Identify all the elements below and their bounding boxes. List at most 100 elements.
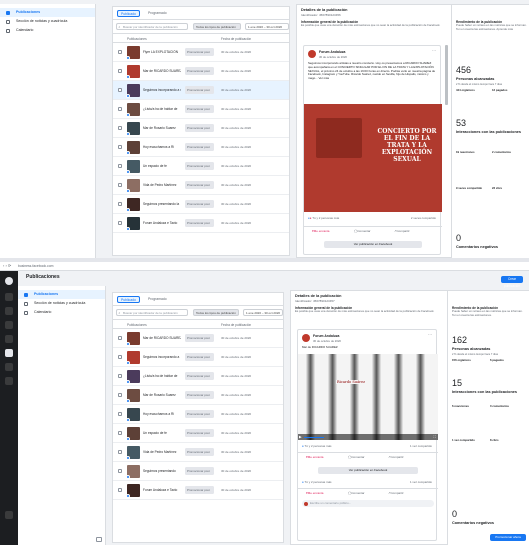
comment-button[interactable]: ◯ Comentar — [354, 229, 371, 233]
table-row[interactable]: Hoy escuchamos a Ri Promocionar post 30 de… — [113, 405, 283, 424]
row-checkbox[interactable] — [118, 202, 122, 206]
boost-post-button[interactable]: Promocionar post — [185, 143, 214, 151]
table-row[interactable]: Flyer LA EXPLOTACIÓN Promocionar post 30 d… — [113, 43, 289, 62]
boost-post-button[interactable]: Promocionar post — [185, 219, 214, 227]
table-row[interactable]: Seguimos presentando la Promocionar post 3… — [113, 195, 289, 214]
table-row[interactable]: Mar de RICARDO SUAREZ Promocionar post 30 … — [113, 329, 283, 348]
comment-input[interactable]: Escribe un comentario público... — [302, 500, 434, 507]
active-posts-icon[interactable] — [5, 349, 13, 357]
row-title[interactable]: ¿Listo/a ha de hablar de — [143, 374, 181, 378]
boost-post-button[interactable]: Promocionar post — [185, 86, 214, 94]
tab-published[interactable]: Publicado — [117, 10, 140, 17]
table-row[interactable]: Mar de RICARDO SUAREZ Promocionar post 30 … — [113, 62, 289, 81]
reactions-summary-2[interactable]: ● Tú y 2 personas más — [302, 480, 332, 484]
row-checkbox[interactable] — [118, 488, 122, 492]
row-title[interactable]: Mar de Rosario Suarez — [143, 393, 181, 397]
table-row[interactable]: ¿Listo/a ha de hablar de Promocionar post… — [113, 367, 283, 386]
boost-post-button[interactable]: Promocionar post — [185, 200, 214, 208]
table-row[interactable]: Vida de Pedro Martínez Promocionar post 30… — [113, 176, 289, 195]
love-button[interactable]: ♥ Me encanta — [306, 455, 323, 459]
search-input[interactable]: ⌕ Buscar por identificador de la publica… — [116, 23, 188, 30]
row-checkbox[interactable] — [118, 183, 122, 187]
row-title[interactable]: Forum Andaluza e Tacto — [143, 488, 181, 492]
row-title[interactable]: Seguimos incorporando a — [143, 355, 181, 359]
more-options-icon[interactable]: ··· — [428, 332, 432, 337]
comment-button[interactable]: ◯ Comentar — [348, 491, 365, 495]
row-checkbox[interactable] — [118, 126, 122, 130]
row-checkbox[interactable] — [118, 450, 122, 454]
sidebar-item-publicaciones[interactable]: Publicaciones — [18, 290, 105, 299]
row-checkbox[interactable] — [118, 69, 122, 73]
page-name[interactable]: Forum Andaluza — [313, 334, 339, 338]
posts-icon[interactable] — [5, 335, 13, 343]
video-player[interactable]: Ricardo Suárez ▶ ⛶ — [298, 354, 438, 440]
row-title[interactable]: Mar de RICARDO SUAREZ — [143, 336, 181, 340]
share-button[interactable]: ↗ Compartir — [388, 491, 404, 495]
row-title[interactable]: Seguimos presentando — [143, 469, 181, 473]
row-checkbox[interactable] — [118, 355, 122, 359]
row-checkbox[interactable] — [118, 336, 122, 340]
search-input[interactable]: ⌕ Buscar por identificador de la publica… — [116, 309, 188, 316]
boost-post-button[interactable]: Promocionar post — [185, 391, 214, 399]
love-button[interactable]: ♥ Me encanta — [312, 229, 329, 233]
row-checkbox[interactable] — [118, 431, 122, 435]
sidebar-item-feed[interactable]: Sección de noticias y cuadrícula — [0, 17, 95, 26]
sidebar-item-calendar[interactable]: Calendario — [0, 26, 95, 35]
comment-button[interactable]: ◯ Comentar — [348, 455, 365, 459]
shares-count[interactable]: 2 veces compartido — [411, 216, 436, 220]
boost-post-button[interactable]: Promocionar post — [185, 410, 214, 418]
collapse-sidebar-icon[interactable] — [96, 537, 102, 542]
page-name[interactable]: Forum Andaluza — [319, 50, 345, 54]
reactions-summary[interactable]: ●● Tú y 2 personas más — [308, 216, 339, 220]
boost-post-button[interactable]: Promocionar post — [185, 467, 214, 475]
ads-icon[interactable] — [5, 377, 13, 385]
row-checkbox[interactable] — [118, 221, 122, 225]
date-filter-dropdown[interactable]: 1 ene 2020 – 30 oct 2020 — [245, 23, 289, 30]
row-title[interactable]: Vida de Pedro Martínez — [143, 450, 181, 454]
table-row[interactable]: Seguimos incorporando a Promocionar post 3… — [113, 348, 283, 367]
sidebar-item-calendar[interactable]: Calendario — [18, 308, 105, 317]
sidebar-item-feed[interactable]: Sección de noticias y cuadrícula — [18, 299, 105, 308]
date-filter-dropdown[interactable]: 1 ene 2020 – 30 oct 2020 — [243, 309, 283, 316]
table-row[interactable]: Mar de Rosario Suarez Promocionar post 30 … — [113, 386, 283, 405]
col-publications[interactable]: Publicaciones — [127, 37, 147, 41]
table-row[interactable]: Forum Andaluza e Tacto Promocionar post 30… — [113, 214, 289, 233]
row-title[interactable]: Un espacio de fe — [143, 431, 181, 435]
row-checkbox[interactable] — [118, 88, 122, 92]
preview-scrollbar[interactable] — [445, 45, 448, 105]
row-checkbox[interactable] — [118, 107, 122, 111]
inbox-icon[interactable] — [5, 307, 13, 315]
boost-post-button[interactable]: Promocionar post — [185, 334, 214, 342]
col-date[interactable]: Fecha de publicación — [221, 323, 251, 327]
row-title[interactable]: Un espacio de fe — [143, 164, 181, 168]
share-button[interactable]: ↗ Compartir — [388, 455, 404, 459]
browser-nav-icons[interactable]: ‹ › ⟳ — [3, 263, 11, 268]
shares-count[interactable]: 1 vez compartido — [410, 444, 432, 448]
more-options-icon[interactable]: ··· — [432, 48, 436, 53]
notifications-icon[interactable] — [5, 321, 13, 329]
boost-post-button[interactable]: Promocionar post — [185, 105, 214, 113]
view-on-facebook-button[interactable]: Ver publicación en Facebook — [324, 241, 422, 248]
boost-post-button[interactable]: Promocionar post — [185, 162, 214, 170]
promote-button[interactable]: Promocionar ahora — [490, 534, 526, 541]
row-title[interactable]: Hoy escuchamos a Ri — [143, 145, 181, 149]
type-filter-dropdown[interactable]: Todos los tipos de publicación — [193, 23, 241, 30]
table-row[interactable]: Un espacio de fe Promocionar post 30 de oc… — [113, 157, 289, 176]
view-on-facebook-button[interactable]: Ver publicación en Facebook — [318, 467, 418, 474]
row-title[interactable]: Seguimos presentando la — [143, 202, 181, 206]
col-date[interactable]: Fecha de publicación — [221, 37, 251, 41]
tab-scheduled[interactable]: Programado — [145, 296, 170, 303]
boost-post-button[interactable]: Promocionar post — [185, 353, 214, 361]
row-title[interactable]: ¿Listo/a ha de hablar de — [143, 107, 181, 111]
col-publications[interactable]: Publicaciones — [127, 323, 147, 327]
boost-post-button[interactable]: Promocionar post — [185, 181, 214, 189]
insights-icon[interactable] — [5, 363, 13, 371]
table-row[interactable]: ¿Listo/a ha de hablar de Promocionar post… — [113, 100, 289, 119]
love-button[interactable]: ♥ Me encanta — [306, 491, 323, 495]
boost-post-button[interactable]: Promocionar post — [185, 48, 214, 56]
boost-post-button[interactable]: Promocionar post — [185, 448, 214, 456]
boost-post-button[interactable]: Promocionar post — [185, 372, 214, 380]
row-checkbox[interactable] — [118, 469, 122, 473]
boost-post-button[interactable]: Promocionar post — [185, 124, 214, 132]
row-title[interactable]: Seguimos incorporando a nuestro — [143, 88, 181, 92]
